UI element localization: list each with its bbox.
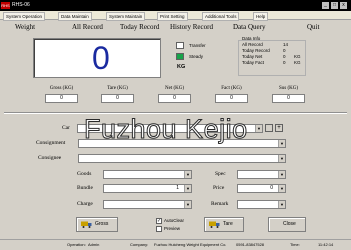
tare-weight-value: 0 (101, 94, 134, 103)
weight-display: 0 (33, 38, 161, 78)
steady-label: Steady (189, 54, 204, 59)
chevron-down-icon: ▼ (278, 171, 285, 178)
price-label: Price (213, 185, 225, 191)
stepper-icon: ▼ (278, 185, 285, 192)
time-label: Time: (290, 242, 300, 247)
data-info-label-today-fact: Today Fact (242, 60, 265, 65)
sus-weight-box: Sus (KG) 0 (272, 86, 305, 107)
bundle-stepper[interactable]: 1 ▼ (103, 184, 192, 193)
toolbar-data-query[interactable]: Data Query (233, 23, 265, 32)
chevron-down-icon: ▼ (278, 140, 285, 147)
sus-weight-label: Sus (KG) (278, 86, 299, 91)
app-logo: RHS (1, 2, 10, 9)
truck-icon (209, 221, 220, 228)
menu-system-operation[interactable]: System Operation (3, 12, 46, 21)
bundle-label: Bundle (77, 185, 93, 191)
tare-button[interactable]: Tare (204, 217, 244, 232)
chevron-down-icon: ▼ (255, 125, 262, 132)
tare-weight-box: Tare (KG) 0 (101, 86, 134, 107)
autoclear-checkbox[interactable]: ✓ (156, 218, 162, 224)
gross-button-label: Gross (95, 221, 109, 227)
menu-data-maintain[interactable]: Data Maintain (58, 12, 92, 21)
transfer-label: Transfer (189, 43, 206, 48)
remark-label: Remark (211, 201, 229, 207)
phone-number: 0591-83847528 (236, 242, 265, 247)
chevron-down-icon: ▼ (184, 171, 191, 178)
menu-additional-tools[interactable]: Additional Tools (202, 12, 240, 21)
gross-weight-label: Gross (KG) (49, 86, 74, 91)
goods-label: Goods (77, 171, 92, 177)
weight-reading: 0 (92, 40, 110, 76)
chevron-down-icon: ▼ (278, 155, 285, 162)
gross-weight-box: Gross (KG) 0 (45, 86, 78, 107)
consignee-label: Consignee (38, 155, 62, 161)
remark-select[interactable]: ▼ (237, 200, 286, 209)
fact-weight-value: 0 (215, 94, 248, 103)
toolbar-today-record[interactable]: Today Record (120, 23, 159, 32)
close-window-button[interactable]: x (340, 2, 347, 9)
sus-weight-value: 0 (272, 94, 305, 103)
preview-label: Preview (164, 226, 181, 231)
data-info-title: Data Info (242, 36, 261, 41)
title-bar: RHS RHS-06 _ □ x (0, 0, 351, 11)
fact-weight-box: Fact (KG) 0 (215, 86, 248, 107)
car-extra-button[interactable] (265, 124, 273, 132)
stepper-icon: ▼ (184, 185, 191, 192)
minimize-button[interactable]: _ (322, 2, 329, 9)
maximize-button[interactable]: □ (331, 2, 338, 9)
charge-label: Charge (77, 201, 93, 207)
data-info-unit-today-fact: KG (294, 60, 301, 65)
bundle-value: 1 (176, 185, 179, 191)
transfer-indicator (176, 42, 184, 49)
autoclear-label: AutoClear (164, 218, 185, 223)
car-label: Car (62, 125, 70, 131)
menu-system-maintain[interactable]: System Maintain (106, 12, 146, 21)
truck-icon (81, 221, 92, 228)
tare-weight-label: Tare (KG) (107, 86, 128, 91)
consignee-select[interactable]: ▼ (78, 154, 286, 163)
window-title: RHS-06 (12, 2, 30, 8)
gross-button[interactable]: Gross (76, 217, 118, 232)
toolbar-quit[interactable]: Quit (307, 23, 319, 32)
goods-select[interactable]: ▼ (103, 170, 192, 179)
toolbar-history-record[interactable]: History Record (170, 23, 213, 32)
add-car-button[interactable]: + (275, 124, 283, 132)
spec-select[interactable]: ▼ (237, 170, 286, 179)
price-stepper[interactable]: 0 ▼ (237, 184, 286, 193)
company-label: Company: (130, 242, 149, 247)
chevron-down-icon: ▼ (278, 201, 285, 208)
net-weight-box: Net (KG) 0 (158, 86, 191, 107)
operation-label: Operation: (67, 242, 86, 247)
company-value: Fuzhou Huicheng Weight Equipment Co. (154, 242, 227, 247)
time-value: 11:42:14 (318, 242, 334, 247)
close-button-label: Close (283, 221, 296, 227)
chevron-down-icon: ▼ (184, 201, 191, 208)
toolbar: Weight All Record Today Record History R… (0, 21, 351, 34)
close-button[interactable]: Close (268, 217, 306, 232)
watermark: Fuzhou Kejio (84, 114, 248, 145)
toolbar-weight[interactable]: Weight (15, 23, 35, 32)
gross-weight-value: 0 (45, 94, 78, 103)
menu-help[interactable]: Help (253, 12, 269, 21)
unit-label: KG (177, 64, 186, 70)
menu-bar: System Operation Data Maintain System Ma… (0, 11, 351, 21)
status-bar: Operation: Admin Company: Fuzhou Huichen… (0, 239, 351, 250)
net-weight-label: Net (KG) (164, 86, 185, 91)
charge-select[interactable]: ▼ (103, 200, 192, 209)
net-weight-value: 0 (158, 94, 191, 103)
tare-button-label: Tare (223, 221, 233, 227)
consignment-label: Consignment (36, 140, 66, 146)
preview-checkbox[interactable] (156, 226, 162, 232)
data-info-value-today-fact: 0 (283, 60, 286, 65)
toolbar-all-record[interactable]: All Record (72, 23, 103, 32)
price-value: 0 (270, 185, 273, 191)
fact-weight-label: Fact (KG) (221, 86, 242, 91)
operation-value: Admin (88, 242, 100, 247)
steady-indicator (176, 53, 184, 60)
spec-label: Spec (215, 171, 226, 177)
menu-print-setting[interactable]: Print Setting (157, 12, 188, 21)
data-info-panel: Data Info All Record 14 Today Record 0 T… (238, 36, 306, 76)
